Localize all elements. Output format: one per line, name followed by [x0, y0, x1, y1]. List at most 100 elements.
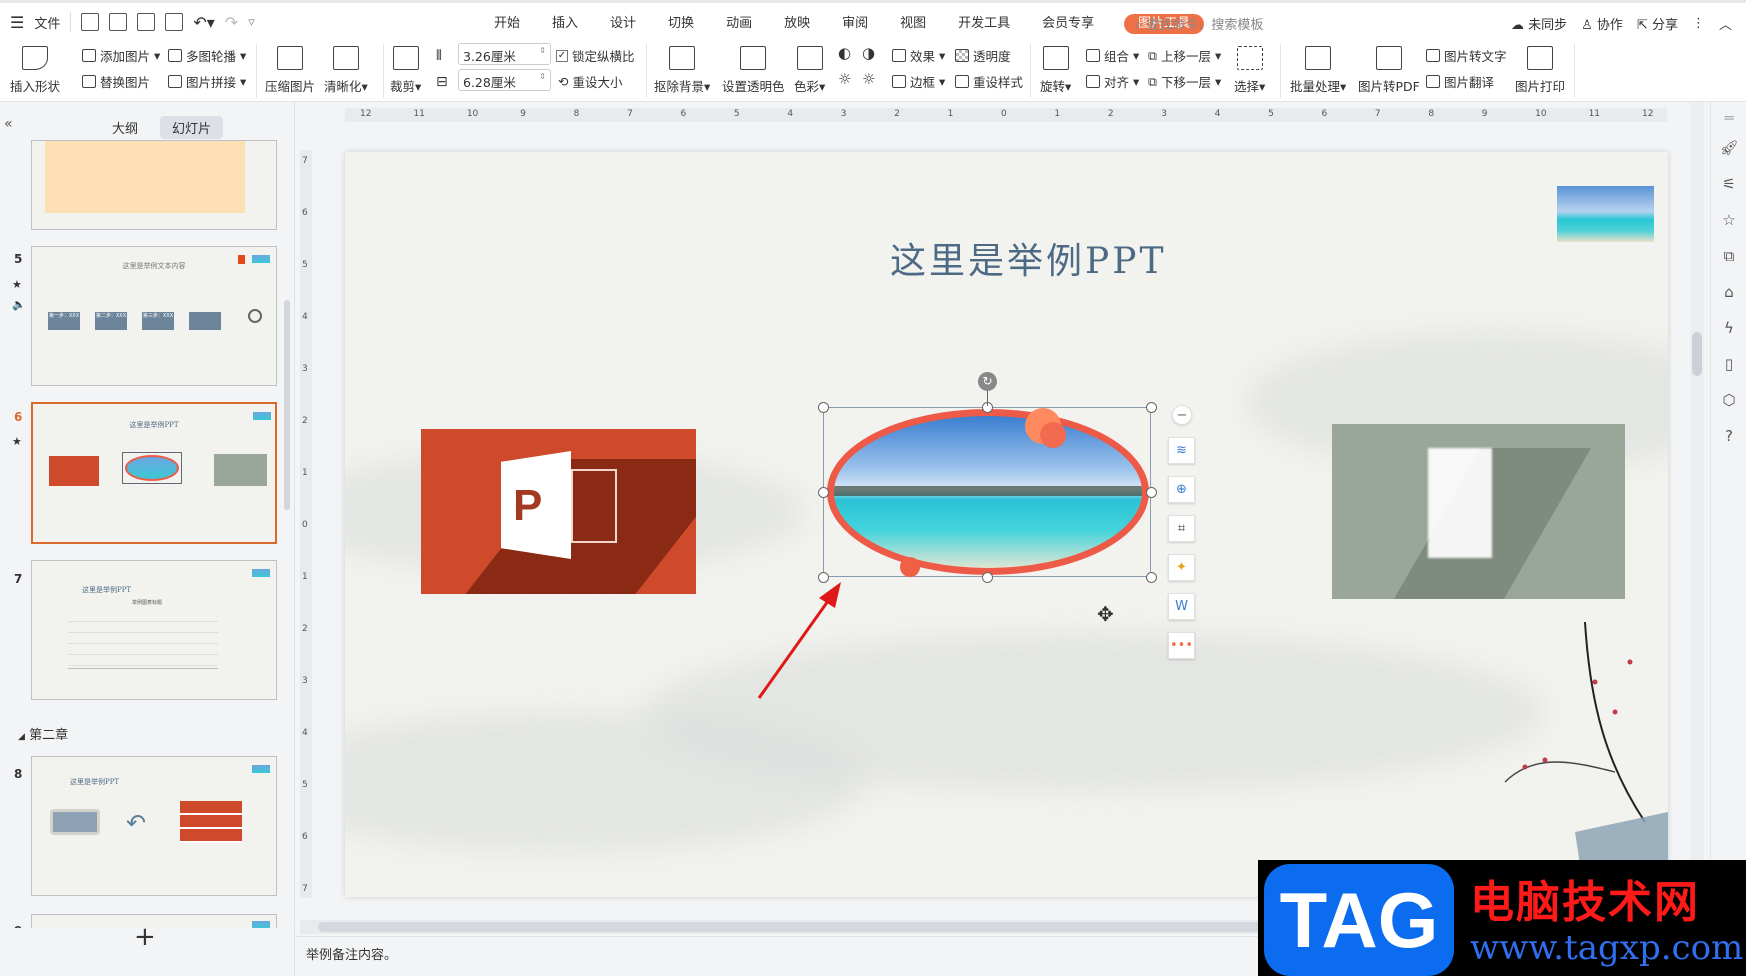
slide-title[interactable]: 这里是举例PPT: [890, 232, 1166, 284]
collapse-panel-icon[interactable]: «: [4, 116, 13, 132]
resize-handle-ne[interactable]: [1146, 402, 1157, 413]
more-options-icon[interactable]: •••: [1168, 632, 1195, 659]
reset-size-button[interactable]: ⟲ 重设大小: [558, 72, 623, 91]
effects-button[interactable]: 效果 ▾: [892, 46, 945, 65]
resize-handle-s[interactable]: [982, 572, 993, 583]
crop-tool-icon[interactable]: ⌗: [1168, 515, 1195, 542]
save-icon[interactable]: [81, 13, 100, 31]
help-icon[interactable]: ?: [1719, 426, 1739, 446]
collapse-toolbar-icon[interactable]: −: [1172, 405, 1192, 425]
scroll-thumb[interactable]: [1692, 332, 1702, 376]
tab-slideshow[interactable]: 放映: [768, 14, 826, 34]
store-icon[interactable]: ⌂: [1719, 282, 1739, 302]
select-button[interactable]: 选择▾: [1234, 46, 1265, 95]
sharpen-button[interactable]: 清晰化▾: [324, 46, 368, 95]
drag-handle-icon[interactable]: ═: [1719, 108, 1739, 128]
animation-star-icon[interactable]: ☆: [1719, 210, 1739, 230]
insert-shape-button[interactable]: 插入形状: [10, 46, 60, 95]
file-menu[interactable]: 文件: [34, 13, 60, 32]
to-pdf-button[interactable]: 图片转PDF: [1358, 46, 1420, 95]
send-backward-button[interactable]: ⧉ 下移一层 ▾: [1148, 72, 1221, 91]
tab-transition[interactable]: 切换: [652, 14, 710, 34]
resize-handle-e[interactable]: [1146, 487, 1157, 498]
resize-handle-nw[interactable]: [818, 402, 829, 413]
slide-thumbnail-selected[interactable]: 这里是举例PPT: [31, 402, 277, 544]
notes-text[interactable]: 举例备注内容。: [306, 948, 397, 963]
share-button[interactable]: ⇱ 分享: [1637, 14, 1678, 33]
layers-icon[interactable]: ≋: [1168, 437, 1195, 464]
slide-thumbnail[interactable]: 这里是举例PPT ↶: [31, 756, 277, 896]
search-input[interactable]: 查找命令、搜索模板: [1146, 18, 1263, 33]
tab-insert[interactable]: 插入: [536, 14, 594, 34]
add-picture-button[interactable]: 添加图片 ▾: [82, 46, 160, 65]
translate-button[interactable]: 图片翻译: [1426, 72, 1494, 91]
beach-thumbnail-image[interactable]: [1557, 186, 1654, 242]
print-icon[interactable]: [137, 13, 156, 31]
increase-contrast-icon[interactable]: ◐: [838, 44, 851, 62]
height-stepper[interactable]: ⇕: [539, 46, 546, 55]
book-search-icon[interactable]: ▯: [1719, 354, 1739, 374]
grayscale-logo-image[interactable]: [1332, 424, 1625, 599]
replace-picture-button[interactable]: 替换图片: [82, 72, 150, 91]
cube-icon[interactable]: ⬡: [1719, 390, 1739, 410]
set-transparent-button[interactable]: 设置透明色: [722, 46, 785, 95]
compress-button[interactable]: 压缩图片: [265, 46, 315, 95]
vertical-scrollbar[interactable]: [1690, 102, 1704, 927]
oval-beach-image[interactable]: [827, 409, 1149, 575]
increase-brightness-icon[interactable]: ☼: [838, 70, 851, 88]
tab-member[interactable]: 会员专享: [1026, 14, 1110, 34]
print-preview-icon[interactable]: [165, 13, 184, 31]
print-picture-button[interactable]: 图片打印: [1515, 46, 1565, 95]
group-button[interactable]: 组合 ▾: [1086, 46, 1139, 65]
collab-button[interactable]: ♙ 协作: [1581, 14, 1623, 33]
border-button[interactable]: 边框 ▾: [892, 72, 945, 91]
lock-ratio-checkbox[interactable]: ✓ 锁定纵横比: [556, 46, 635, 65]
slide-thumbnail[interactable]: 这里是举例文本内容 第一步：XXX 第二步：XXX 第三步：XXX: [31, 246, 277, 386]
resize-handle-w[interactable]: [818, 487, 829, 498]
search-box[interactable]: ⌕ 查找命令、搜索模板: [1135, 14, 1263, 33]
tab-view[interactable]: 视图: [884, 14, 942, 34]
picture-stitch-button[interactable]: 图片拼接 ▾: [168, 72, 246, 91]
collapse-ribbon-icon[interactable]: ︿: [1719, 14, 1732, 33]
lightning-icon[interactable]: ϟ: [1719, 318, 1739, 338]
menu-icon[interactable]: ☰: [10, 13, 24, 32]
settings-sliders-icon[interactable]: ⚟: [1719, 174, 1739, 194]
tab-review[interactable]: 审阅: [826, 14, 884, 34]
bring-forward-button[interactable]: ⧉ 上移一层 ▾: [1148, 46, 1221, 65]
batch-button[interactable]: 批量处理▾: [1290, 46, 1346, 95]
crop-button[interactable]: 裁剪▾: [390, 46, 421, 95]
decrease-contrast-icon[interactable]: ◑: [862, 44, 875, 62]
color-button[interactable]: 色彩▾: [794, 46, 825, 95]
scroll-thumb[interactable]: [318, 922, 1318, 932]
decrease-brightness-icon[interactable]: ☼: [862, 70, 875, 88]
add-slide-button[interactable]: +: [134, 922, 156, 952]
to-text-button[interactable]: 图片转文字: [1426, 46, 1507, 65]
sync-button[interactable]: ☁ 未同步: [1511, 14, 1567, 33]
height-input[interactable]: 3.26厘米 ⇕: [458, 43, 551, 65]
smart-bulb-icon[interactable]: ✦: [1168, 554, 1195, 581]
powerpoint-logo-image[interactable]: P: [421, 429, 696, 594]
undo-icon[interactable]: ↶▾: [193, 13, 214, 32]
slide-thumbnail[interactable]: 这里是举例PPT 举例图表标题: [31, 560, 277, 700]
panel-scrollbar[interactable]: [284, 300, 290, 510]
slide-switch-icon[interactable]: ⧉: [1719, 246, 1739, 266]
rotate-handle-icon[interactable]: ↻: [978, 372, 997, 391]
tab-outline[interactable]: 大纲: [100, 116, 150, 139]
width-stepper[interactable]: ⇕: [539, 72, 546, 81]
tab-home[interactable]: 开始: [478, 14, 536, 34]
remove-bg-button[interactable]: 抠除背景▾: [654, 46, 710, 95]
multi-carousel-button[interactable]: 多图轮播 ▾: [168, 46, 246, 65]
tab-slides[interactable]: 幻灯片: [160, 116, 224, 139]
align-button[interactable]: 对齐 ▾: [1086, 72, 1139, 91]
tab-developer[interactable]: 开发工具: [942, 14, 1026, 34]
transparency-button[interactable]: 透明度: [955, 46, 1011, 65]
rocket-icon[interactable]: 🚀︎: [1719, 138, 1739, 158]
section-header[interactable]: ◢ 第二章: [18, 724, 68, 743]
width-input[interactable]: 6.28厘米 ⇕: [458, 69, 551, 91]
customize-icon[interactable]: ▿: [248, 15, 255, 30]
rotate-button[interactable]: 旋转▾: [1040, 46, 1071, 95]
more-icon[interactable]: ⋮: [1692, 16, 1705, 31]
slide-canvas[interactable]: 这里是举例PPT P ↻ ✥: [345, 152, 1668, 897]
tab-design[interactable]: 设计: [594, 14, 652, 34]
resize-handle-se[interactable]: [1146, 572, 1157, 583]
